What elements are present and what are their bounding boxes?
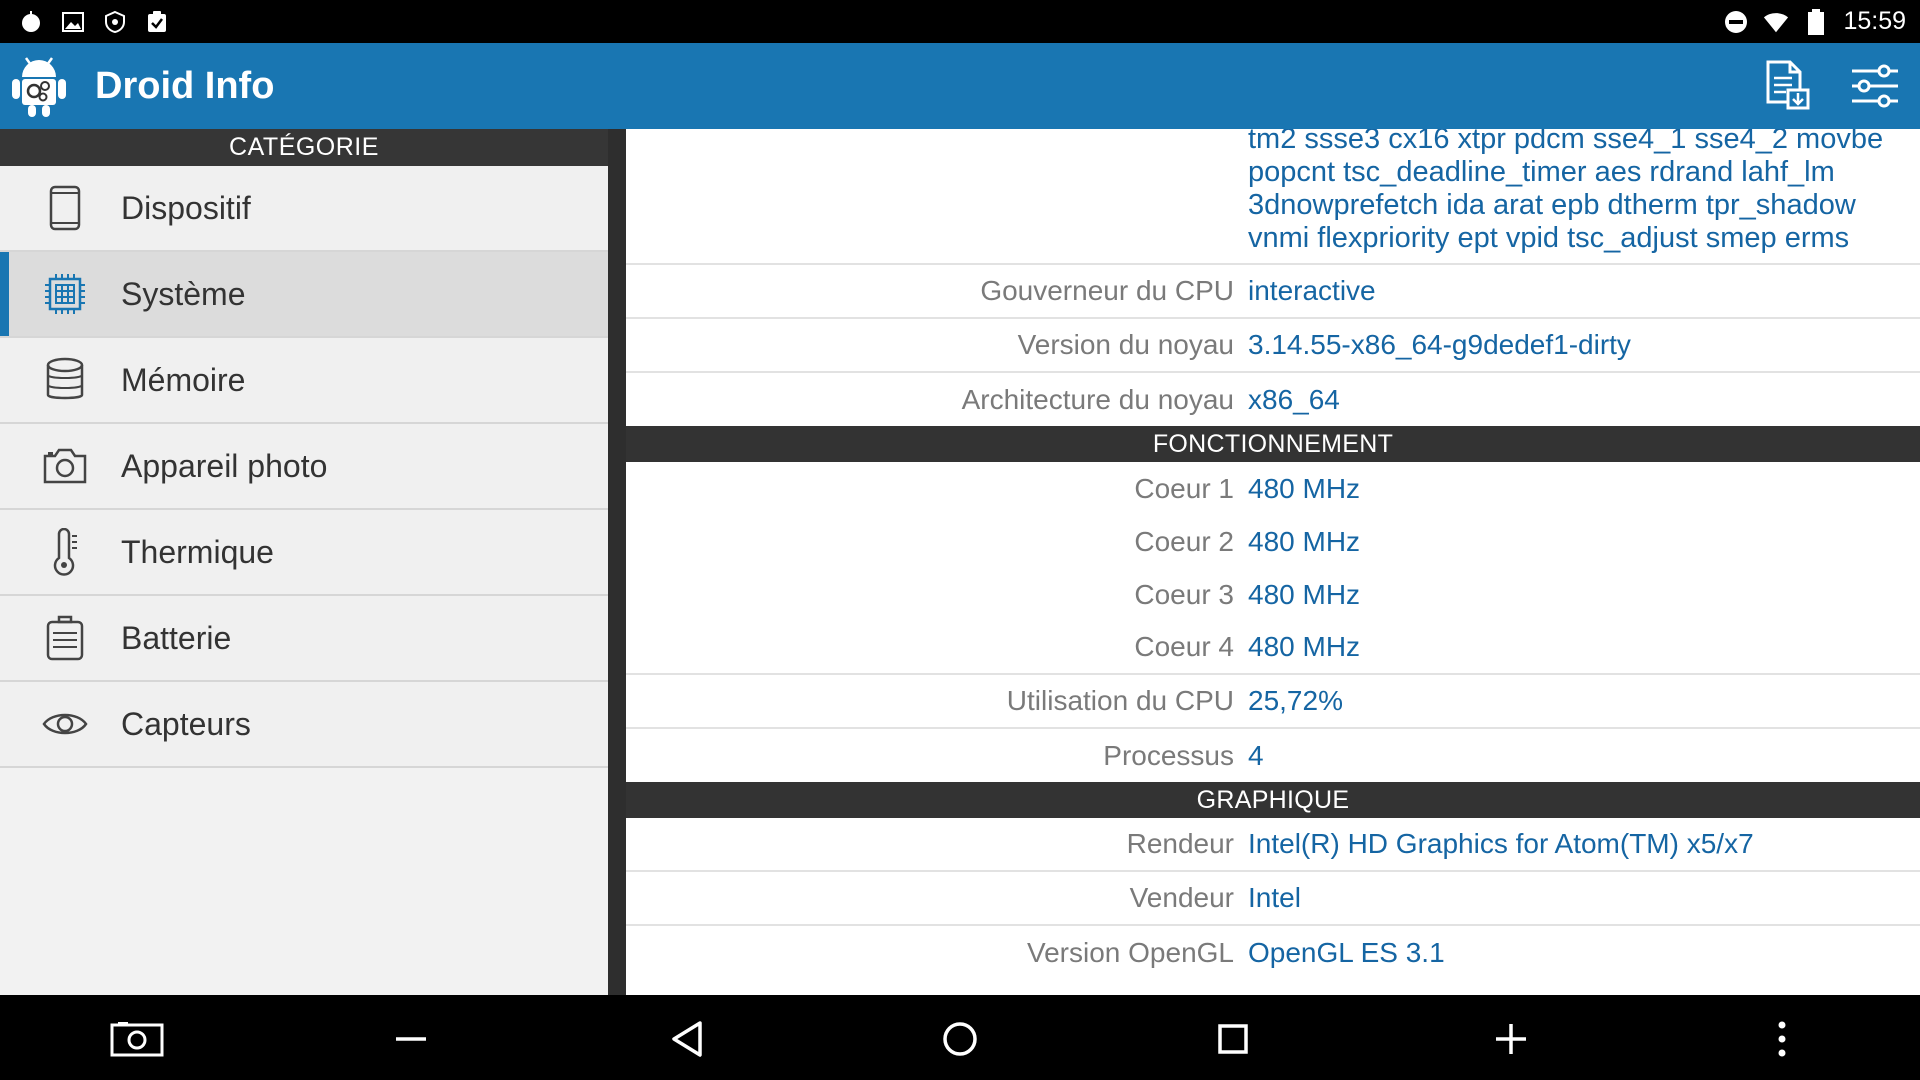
detail-row: Version OpenGL OpenGL ES 3.1 xyxy=(626,926,1920,979)
detail-label: Rendeur xyxy=(1126,828,1234,859)
detail-row: Version du noyau 3.14.55-x86_64-g9dedef1… xyxy=(626,319,1920,373)
battery-icon xyxy=(1803,8,1829,35)
category-item-capteurs[interactable]: Capteurs xyxy=(0,682,608,768)
detail-row: Utilisation du CPU 25,72% xyxy=(626,675,1920,729)
volume-down-button[interactable] xyxy=(383,1011,439,1067)
database-icon xyxy=(40,355,90,405)
category-label: Mémoire xyxy=(121,361,246,398)
navigation-bar xyxy=(0,995,1920,1080)
home-button[interactable] xyxy=(932,1011,988,1067)
category-item-systeme[interactable]: Système xyxy=(0,252,608,338)
category-sidebar: CATÉGORIE Dispositif Système Mémoire App… xyxy=(0,129,608,995)
detail-row: Vendeur Intel xyxy=(626,872,1920,926)
screenshot-icon xyxy=(110,1022,164,1057)
category-item-thermique[interactable]: Thermique xyxy=(0,510,608,596)
app-logo-icon xyxy=(10,53,68,119)
section-header-fonctionnement: FONCTIONNEMENT xyxy=(626,426,1920,462)
detail-row: Coeur 3 480 MHz xyxy=(626,568,1920,621)
back-icon xyxy=(672,1021,702,1057)
settings-sliders-icon xyxy=(1852,64,1898,108)
detail-value: 3.14.55-x86_64-g9dedef1-dirty xyxy=(1248,329,1631,360)
do-not-disturb-icon xyxy=(1723,9,1749,35)
cpu-flags-value: tm2 ssse3 cx16 xtpr pdcm sse4_1 sse4_2 m… xyxy=(1248,129,1884,254)
category-label: Batterie xyxy=(121,619,232,656)
volume-up-button[interactable] xyxy=(1483,1011,1539,1067)
category-label: Appareil photo xyxy=(121,447,328,484)
detail-value: 4 xyxy=(1248,739,1264,771)
detail-value: 480 MHz xyxy=(1248,631,1361,662)
eye-icon xyxy=(40,699,90,749)
detail-label: Coeur 2 xyxy=(1134,525,1234,557)
detail-value: Intel(R) HD Graphics for Atom(TM) x5/x7 xyxy=(1248,828,1754,859)
detail-label: Coeur 3 xyxy=(1134,578,1234,610)
detail-value: x86_64 xyxy=(1248,383,1340,415)
category-item-appareil-photo[interactable]: Appareil photo xyxy=(0,424,608,510)
thermometer-icon xyxy=(40,527,90,577)
status-bar: 15:59 xyxy=(0,0,1920,43)
category-item-memoire[interactable]: Mémoire xyxy=(0,338,608,424)
detail-value: 480 MHz xyxy=(1248,578,1361,610)
cpu-flags-row: tm2 ssse3 cx16 xtpr pdcm sse4_1 sse4_2 m… xyxy=(626,129,1920,265)
phone-icon xyxy=(40,183,90,233)
category-header: CATÉGORIE xyxy=(0,129,608,166)
detail-row: Coeur 4 480 MHz xyxy=(626,621,1920,675)
image-notification-icon xyxy=(60,9,86,35)
recents-icon xyxy=(1218,1024,1248,1054)
app-title: Droid Info xyxy=(95,65,275,107)
camera-icon xyxy=(40,441,90,491)
volume-up-icon xyxy=(1496,1024,1526,1054)
detail-label: Vendeur xyxy=(1129,882,1234,913)
system-status-icons: 15:59 xyxy=(1723,6,1906,37)
category-item-dispositif[interactable]: Dispositif xyxy=(0,166,608,252)
panel-divider xyxy=(608,129,626,995)
detail-label: Architecture du noyau xyxy=(961,383,1234,415)
clipboard-check-icon xyxy=(144,9,170,35)
battery-icon xyxy=(40,613,90,663)
detail-label: Version OpenGL xyxy=(1026,936,1234,968)
detail-label: Gouverneur du CPU xyxy=(980,275,1234,306)
wifi-icon xyxy=(1763,9,1789,35)
details-panel[interactable]: tm2 ssse3 cx16 xtpr pdcm sse4_1 sse4_2 m… xyxy=(626,129,1920,995)
category-label: Système xyxy=(121,275,246,312)
export-report-button[interactable] xyxy=(1760,59,1814,113)
section-header-graphique: GRAPHIQUE xyxy=(626,782,1920,818)
category-label: Dispositif xyxy=(121,189,251,226)
app-notification-icon xyxy=(18,9,44,35)
detail-label: Coeur 1 xyxy=(1134,472,1234,504)
detail-value: interactive xyxy=(1248,275,1376,306)
export-report-icon xyxy=(1766,60,1810,110)
shield-notification-icon xyxy=(102,9,128,35)
clock-time: 15:59 xyxy=(1843,7,1906,35)
detail-row: Rendeur Intel(R) HD Graphics for Atom(TM… xyxy=(626,818,1920,872)
detail-row: Architecture du noyau x86_64 xyxy=(626,373,1920,426)
volume-down-icon xyxy=(396,1037,426,1041)
category-label: Thermique xyxy=(121,533,274,570)
detail-row: Coeur 2 480 MHz xyxy=(626,515,1920,568)
detail-value: 480 MHz xyxy=(1248,525,1361,557)
detail-value: Intel xyxy=(1248,882,1301,913)
app-bar: Droid Info xyxy=(0,43,1920,129)
back-button[interactable] xyxy=(659,1011,715,1067)
notification-icons xyxy=(18,6,170,37)
category-item-batterie[interactable]: Batterie xyxy=(0,596,608,682)
detail-row: Gouverneur du CPU interactive xyxy=(626,265,1920,319)
detail-row: Processus 4 xyxy=(626,729,1920,782)
cpu-chip-icon xyxy=(40,269,90,319)
detail-label: Processus xyxy=(1103,739,1234,771)
detail-value: 25,72% xyxy=(1248,685,1343,716)
detail-row: Coeur 1 480 MHz xyxy=(626,462,1920,515)
category-label: Capteurs xyxy=(121,705,251,742)
detail-value: OpenGL ES 3.1 xyxy=(1248,936,1445,968)
more-icon xyxy=(1778,1021,1786,1057)
home-icon xyxy=(943,1022,977,1056)
settings-button[interactable] xyxy=(1848,59,1902,113)
more-options-button[interactable] xyxy=(1754,1011,1810,1067)
detail-value: 480 MHz xyxy=(1248,472,1361,504)
recents-button[interactable] xyxy=(1205,1011,1261,1067)
detail-label: Coeur 4 xyxy=(1134,631,1234,662)
screenshot-button[interactable] xyxy=(109,1011,165,1067)
detail-label: Utilisation du CPU xyxy=(1006,685,1234,716)
detail-label: Version du noyau xyxy=(1017,329,1234,360)
